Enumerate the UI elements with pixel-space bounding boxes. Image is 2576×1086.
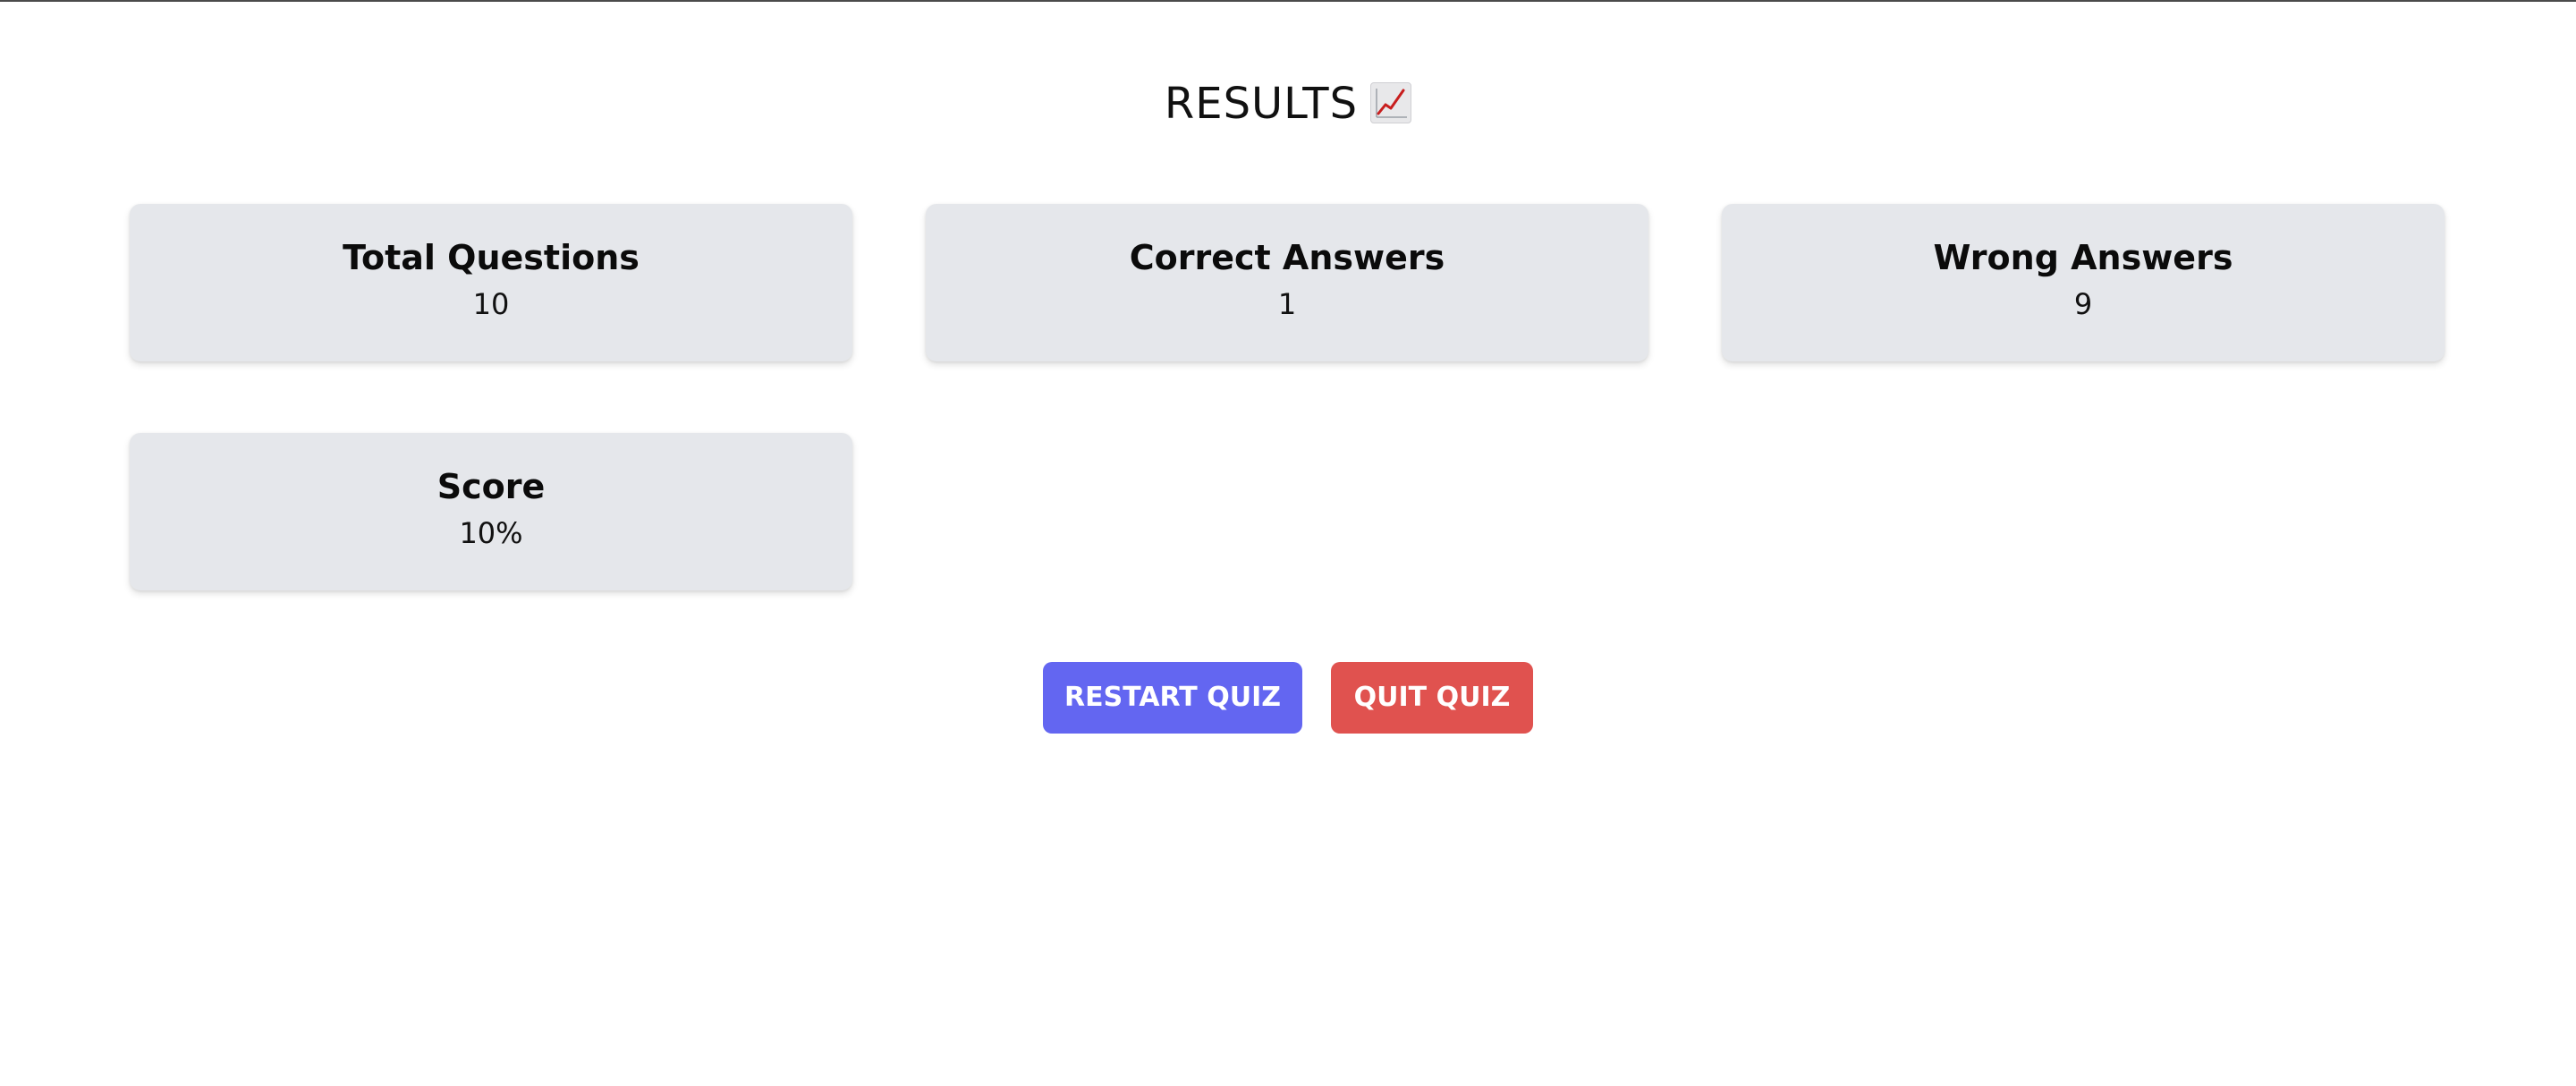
page-title-text: RESULTS	[1164, 79, 1359, 129]
stat-label: Wrong Answers	[1933, 238, 2233, 277]
stat-card-score: Score 10%	[130, 433, 852, 590]
chart-increasing-icon	[1370, 82, 1412, 123]
stat-label: Total Questions	[343, 238, 640, 277]
stat-value: 10	[472, 287, 510, 321]
stat-value: 9	[2073, 287, 2093, 321]
stat-value: 10%	[459, 516, 523, 550]
stat-card-wrong-answers: Wrong Answers 9	[1722, 204, 2445, 361]
stat-value: 1	[1277, 287, 1297, 321]
stat-card-correct-answers: Correct Answers 1	[926, 204, 1648, 361]
stat-label: Correct Answers	[1129, 238, 1445, 277]
results-page: RESULTS Total Questions 10 Correct Answe…	[0, 0, 2576, 1086]
quit-quiz-button[interactable]: QUIT QUIZ	[1331, 662, 1533, 734]
restart-quiz-button[interactable]: RESTART QUIZ	[1043, 662, 1302, 734]
stat-label: Score	[436, 467, 546, 506]
page-title: RESULTS	[0, 77, 2576, 131]
stat-card-total-questions: Total Questions 10	[130, 204, 852, 361]
